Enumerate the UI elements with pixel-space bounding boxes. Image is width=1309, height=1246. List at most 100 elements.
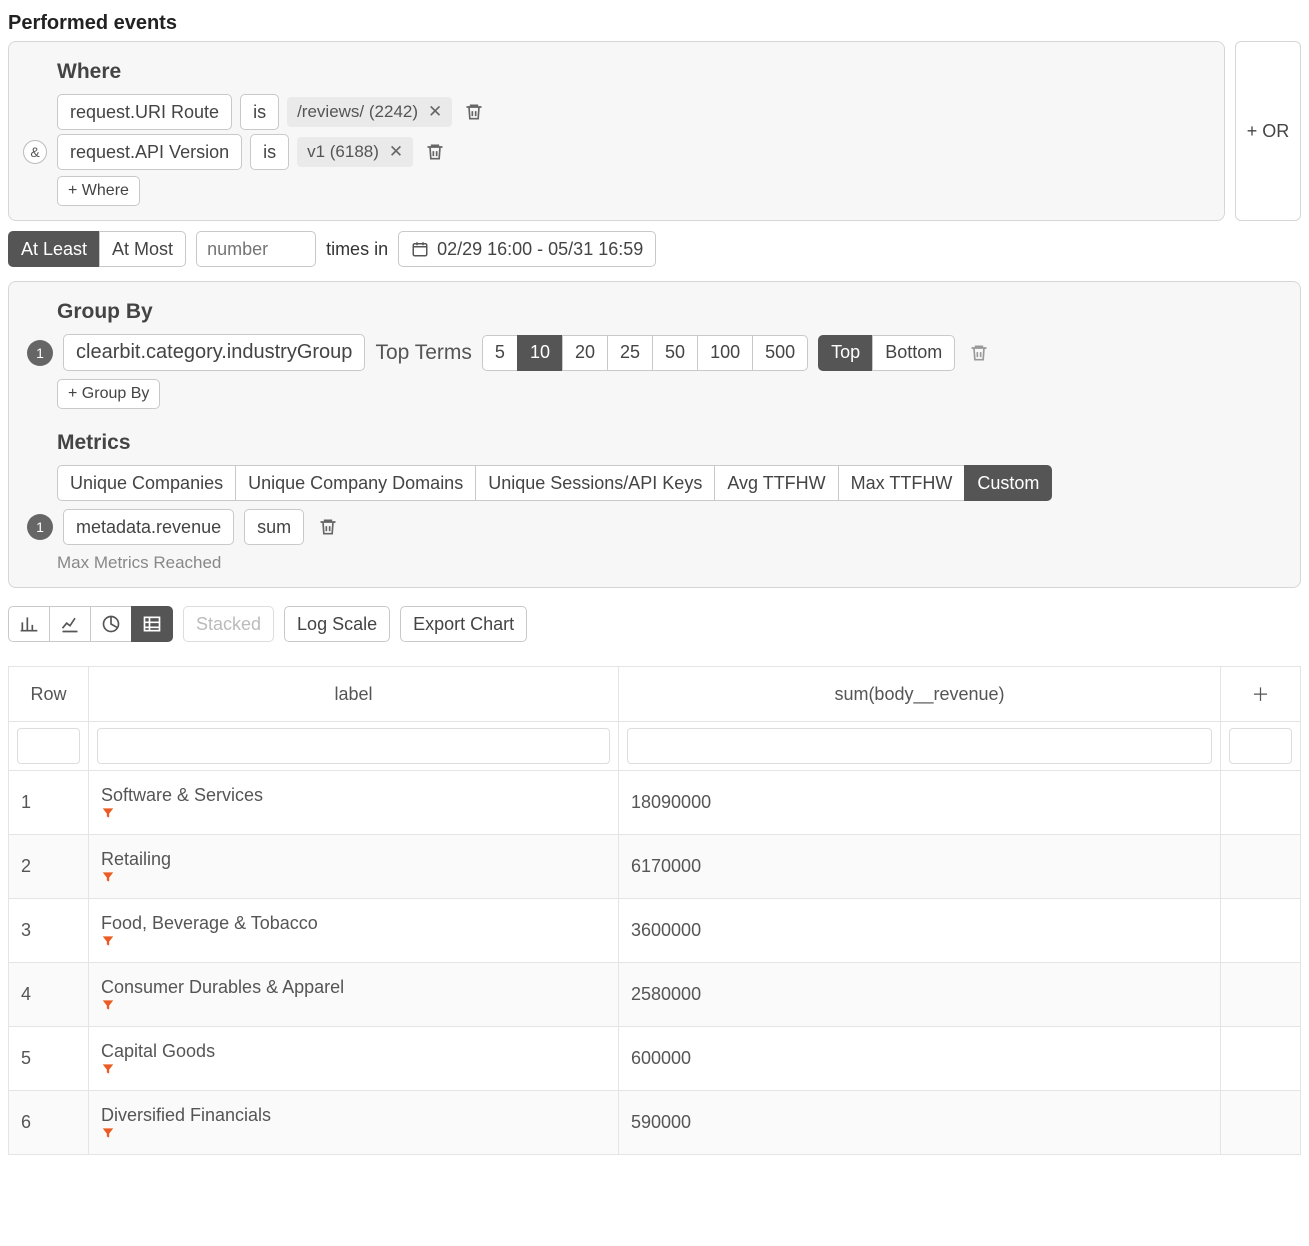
- col-value[interactable]: sum(body__revenue): [619, 667, 1221, 722]
- filter-label-input[interactable]: [97, 728, 610, 764]
- metrics-heading: Metrics: [57, 431, 1282, 455]
- add-groupby-button[interactable]: + Group By: [57, 379, 160, 409]
- where-field-0[interactable]: request.URI Route: [57, 94, 232, 130]
- line-chart-icon[interactable]: [49, 606, 91, 642]
- freq-count-input[interactable]: [196, 231, 316, 267]
- log-scale-button[interactable]: Log Scale: [284, 606, 390, 642]
- where-row-1: request.API Version is v1 (6188) ✕: [57, 134, 1206, 170]
- close-icon[interactable]: ✕: [389, 142, 403, 162]
- table-row: 3Food, Beverage & Tobacco 3600000: [9, 899, 1301, 963]
- row-label[interactable]: Software & Services: [89, 771, 619, 835]
- filter-icon[interactable]: [101, 998, 606, 1012]
- where-panel: Where request.URI Route is /reviews/ (22…: [8, 41, 1225, 221]
- where-chip-label-1: v1 (6188): [307, 142, 379, 162]
- col-label[interactable]: label: [89, 667, 619, 722]
- size-10-button[interactable]: 10: [517, 335, 563, 371]
- top-terms-label: Top Terms: [375, 341, 471, 365]
- where-row-0: request.URI Route is /reviews/ (2242) ✕: [57, 94, 1206, 130]
- filter-value-input[interactable]: [627, 728, 1212, 764]
- filter-row-input[interactable]: [17, 728, 80, 764]
- row-number: 6: [9, 1091, 89, 1155]
- filter-icon[interactable]: [101, 1126, 606, 1140]
- metric-field[interactable]: metadata.revenue: [63, 509, 234, 545]
- metric-option-button[interactable]: Max TTFHW: [838, 465, 966, 501]
- row-label[interactable]: Capital Goods: [89, 1027, 619, 1091]
- where-chip-1[interactable]: v1 (6188) ✕: [297, 137, 413, 167]
- row-value: 3600000: [619, 899, 1221, 963]
- row-extra: [1221, 963, 1301, 1027]
- freq-toggle: At Least At Most: [8, 231, 186, 267]
- stacked-button: Stacked: [183, 606, 274, 642]
- export-chart-button[interactable]: Export Chart: [400, 606, 527, 642]
- add-or-button[interactable]: + OR: [1235, 41, 1301, 221]
- filter-icon[interactable]: [101, 934, 606, 948]
- page-title: Performed events: [8, 12, 1301, 35]
- where-op-1[interactable]: is: [250, 134, 289, 170]
- table-row: 2Retailing 6170000: [9, 835, 1301, 899]
- trash-icon[interactable]: [460, 98, 488, 126]
- add-column-button[interactable]: ＋: [1221, 667, 1301, 722]
- trash-icon[interactable]: [314, 513, 342, 541]
- row-extra: [1221, 1027, 1301, 1091]
- row-number: 3: [9, 899, 89, 963]
- table-view-icon[interactable]: [131, 606, 173, 642]
- where-heading: Where: [57, 60, 1206, 84]
- groupby-field[interactable]: clearbit.category.industryGroup: [63, 334, 365, 371]
- row-label[interactable]: Food, Beverage & Tobacco: [89, 899, 619, 963]
- at-least-button[interactable]: At Least: [8, 231, 100, 267]
- row-value: 600000: [619, 1027, 1221, 1091]
- row-label[interactable]: Diversified Financials: [89, 1091, 619, 1155]
- bar-chart-icon[interactable]: [8, 606, 50, 642]
- metric-option-button[interactable]: Unique Companies: [57, 465, 236, 501]
- at-most-button[interactable]: At Most: [99, 231, 186, 267]
- filter-icon[interactable]: [101, 1062, 606, 1076]
- row-label[interactable]: Consumer Durables & Apparel: [89, 963, 619, 1027]
- row-number: 2: [9, 835, 89, 899]
- size-20-button[interactable]: 20: [562, 335, 608, 371]
- date-range-button[interactable]: 02/29 16:00 - 05/31 16:59: [398, 231, 656, 267]
- table-row: 6Diversified Financials 590000: [9, 1091, 1301, 1155]
- metric-agg[interactable]: sum: [244, 509, 304, 545]
- and-badge[interactable]: &: [23, 140, 47, 164]
- where-chip-label-0: /reviews/ (2242): [297, 102, 418, 122]
- row-value: 6170000: [619, 835, 1221, 899]
- metric-option-button[interactable]: Custom: [964, 465, 1052, 501]
- filter-icon[interactable]: [101, 870, 606, 884]
- row-label[interactable]: Retailing: [89, 835, 619, 899]
- metric-toggle: Unique CompaniesUnique Company DomainsUn…: [57, 465, 1052, 501]
- where-field-1[interactable]: request.API Version: [57, 134, 242, 170]
- row-value: 590000: [619, 1091, 1221, 1155]
- results-table: Row label sum(body__revenue) ＋ 1Software…: [8, 666, 1301, 1155]
- size-50-button[interactable]: 50: [652, 335, 698, 371]
- groupby-heading: Group By: [57, 300, 1282, 324]
- close-icon[interactable]: ✕: [428, 102, 442, 122]
- top-button[interactable]: Top: [818, 335, 873, 371]
- size-25-button[interactable]: 25: [607, 335, 653, 371]
- table-row: 4Consumer Durables & Apparel 2580000: [9, 963, 1301, 1027]
- size-500-button[interactable]: 500: [752, 335, 808, 371]
- add-where-button[interactable]: + Where: [57, 176, 140, 206]
- metrics-note: Max Metrics Reached: [57, 553, 1282, 573]
- filter-icon[interactable]: [101, 806, 606, 820]
- date-range-text: 02/29 16:00 - 05/31 16:59: [437, 239, 643, 260]
- filter-extra-input[interactable]: [1229, 728, 1292, 764]
- row-value: 2580000: [619, 963, 1221, 1027]
- where-op-0[interactable]: is: [240, 94, 279, 130]
- metric-option-button[interactable]: Avg TTFHW: [714, 465, 838, 501]
- bottom-button[interactable]: Bottom: [872, 335, 955, 371]
- metric-option-button[interactable]: Unique Company Domains: [235, 465, 476, 501]
- metric-index-badge: 1: [27, 514, 53, 540]
- trash-icon[interactable]: [421, 138, 449, 166]
- metric-option-button[interactable]: Unique Sessions/API Keys: [475, 465, 715, 501]
- pie-chart-icon[interactable]: [90, 606, 132, 642]
- groupby-index-badge: 1: [27, 340, 53, 366]
- row-extra: [1221, 771, 1301, 835]
- where-chip-0[interactable]: /reviews/ (2242) ✕: [287, 97, 452, 127]
- size-5-button[interactable]: 5: [482, 335, 518, 371]
- times-in-label: times in: [326, 239, 388, 260]
- size-toggle: 510202550100500: [482, 335, 808, 371]
- col-row[interactable]: Row: [9, 667, 89, 722]
- size-100-button[interactable]: 100: [697, 335, 753, 371]
- trash-icon[interactable]: [965, 339, 993, 367]
- row-extra: [1221, 899, 1301, 963]
